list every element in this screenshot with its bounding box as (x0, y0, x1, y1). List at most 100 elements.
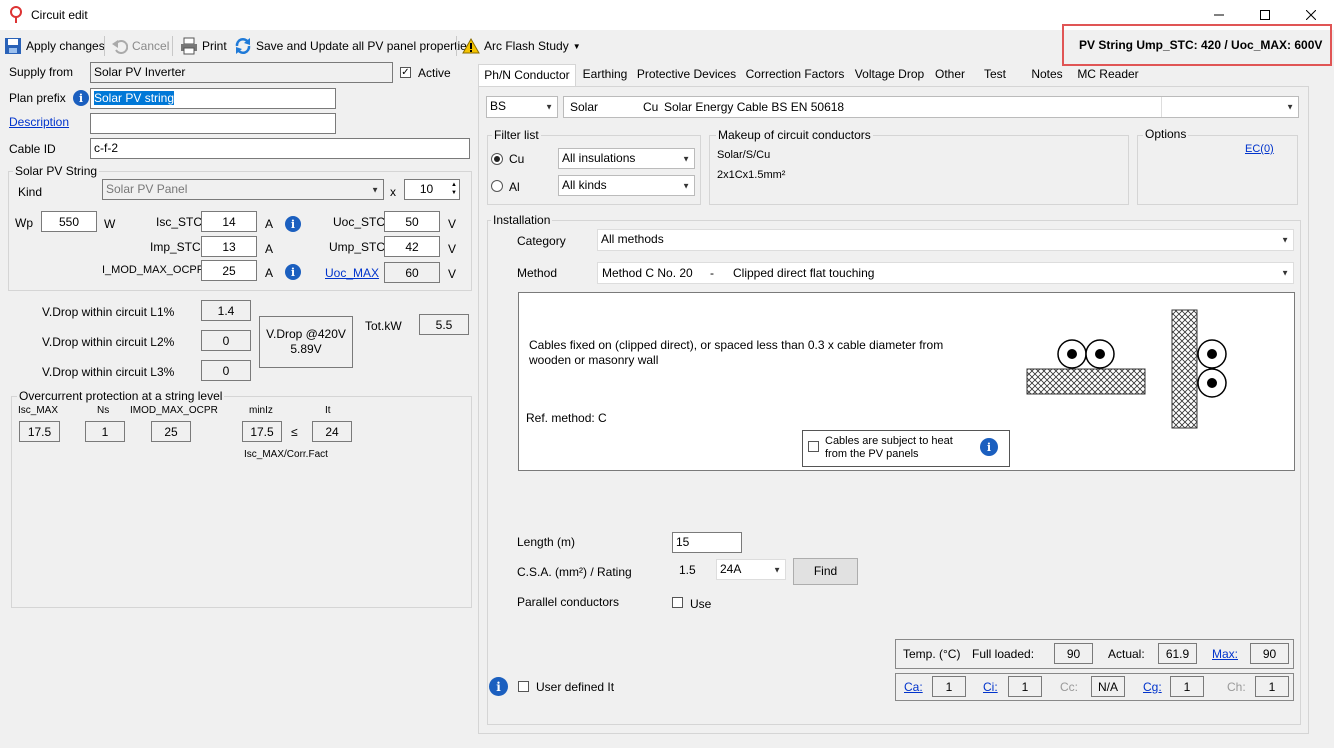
undo-icon (112, 40, 128, 54)
standard-select[interactable]: BS ▼ (486, 96, 558, 118)
ump-stc-label: Ump_STC (329, 240, 386, 254)
user-defined-it-label: User defined It (536, 680, 615, 694)
actual-field: 61.9 (1158, 643, 1197, 664)
ocp-imod-label: IMOD_MAX_OCPR (130, 405, 218, 416)
chevron-down-icon: ▼ (773, 565, 781, 574)
plan-prefix-label: Plan prefix (9, 91, 66, 105)
description-field[interactable] (90, 113, 336, 134)
insulations-select[interactable]: All insulations ▼ (558, 148, 695, 169)
ocp-isc-label: Isc_MAX (18, 405, 59, 416)
tab-notes[interactable]: Notes (1029, 64, 1065, 86)
isc-stc-field[interactable]: 14 (201, 211, 257, 232)
max-link[interactable]: Max: (1212, 647, 1238, 661)
csa-label: C.S.A. (mm²) / Rating (517, 565, 632, 579)
al-radio[interactable] (491, 180, 503, 192)
maximize-icon (1260, 10, 1270, 20)
radio-selected-dot (494, 156, 500, 162)
ci-link[interactable]: Ci: (983, 680, 998, 694)
uoc-max-link[interactable]: Uoc_MAX (325, 266, 379, 280)
tab-ph-n-conductor[interactable]: Ph/N Conductor (478, 64, 576, 86)
cable-material: Cu (643, 100, 659, 114)
toolbar-divider (456, 36, 457, 56)
cg-link[interactable]: Cg: (1143, 680, 1162, 694)
ec-link[interactable]: EC(0) (1245, 143, 1274, 155)
arc-flash-label: Arc Flash Study (484, 39, 569, 53)
vdrop-summary-title: V.Drop @420V (266, 327, 346, 341)
cancel-button[interactable]: Cancel (112, 36, 169, 56)
vdrop-l2-label: V.Drop within circuit L2% (42, 335, 175, 349)
makeup-line2: 2x1Cx1.5mm² (717, 169, 786, 181)
method-detail-text: Cables fixed on (clipped direct), or spa… (529, 338, 944, 367)
tab-earthing[interactable]: Earthing (580, 64, 630, 86)
save-update-pv-button[interactable]: Save and Update all PV panel properties (234, 36, 473, 56)
panel-count-spinner[interactable]: 10 ▲ ▼ (404, 179, 460, 200)
tab-voltage-drop[interactable]: Voltage Drop (853, 64, 926, 86)
pv-string-summary: PV String Ump_STC: 420 / Uoc_MAX: 600V (1079, 38, 1323, 52)
ci-field: 1 (1008, 676, 1042, 697)
method-label: Method (517, 266, 558, 280)
ca-link[interactable]: Ca: (904, 680, 923, 694)
tab-test[interactable]: Test (981, 64, 1009, 86)
vdrop-l1-field: 1.4 (201, 300, 251, 321)
spinner-arrows-icon[interactable]: ▲ ▼ (451, 181, 457, 197)
tab-mc-reader[interactable]: MC Reader (1076, 64, 1140, 86)
apply-changes-button[interactable]: Apply changes (4, 36, 105, 56)
length-field[interactable]: 15 (672, 532, 742, 553)
find-button[interactable]: Find (793, 558, 858, 585)
heat-checkbox[interactable] (808, 441, 819, 452)
supply-from-field[interactable]: Solar PV Inverter (90, 62, 393, 83)
info-icon[interactable]: i (489, 677, 508, 696)
category-select[interactable]: All methods ▼ (597, 229, 1294, 251)
method-select[interactable]: Method C No. 20 - Clipped direct flat to… (597, 262, 1294, 284)
actual-label: Actual: (1108, 647, 1145, 661)
tab-other[interactable]: Other (932, 64, 968, 86)
a-unit: A (265, 217, 274, 231)
print-label: Print (202, 39, 227, 53)
rating-select[interactable]: 24A ▼ (716, 559, 786, 580)
wp-field[interactable]: 550 (41, 211, 97, 232)
cable-type: Solar (570, 100, 599, 114)
info-icon[interactable]: i (73, 90, 89, 106)
printer-icon (181, 37, 197, 55)
info-icon[interactable]: i (285, 264, 301, 280)
cu-radio[interactable] (491, 153, 503, 165)
parallel-label: Parallel conductors (517, 595, 620, 609)
ocp-it-label: It (325, 405, 331, 416)
chevron-down-icon: ▼ (1281, 268, 1289, 278)
less-equal-symbol: ≤ (291, 425, 298, 439)
chevron-down-icon: ▼ (371, 185, 379, 194)
kind-value: Solar PV Panel (106, 182, 188, 196)
max-field: 90 (1250, 643, 1289, 664)
tab-correction-factors[interactable]: Correction Factors (744, 64, 846, 86)
active-checkbox[interactable]: ✓ (400, 67, 411, 78)
arc-flash-menu[interactable]: Arc Flash Study ▼ (462, 36, 581, 56)
imp-stc-field[interactable]: 13 (201, 236, 257, 257)
cable-id-label: Cable ID (9, 142, 56, 156)
info-icon[interactable]: i (980, 438, 998, 456)
info-icon[interactable]: i (285, 216, 301, 232)
vdrop-summary-box: V.Drop @420V 5.89V (259, 316, 353, 368)
kinds-select[interactable]: All kinds ▼ (558, 175, 695, 196)
kind-label: Kind (18, 185, 43, 199)
parallel-use-checkbox[interactable] (672, 597, 683, 608)
imod-field[interactable]: 25 (201, 260, 257, 281)
tab-protective-devices[interactable]: Protective Devices (636, 64, 737, 86)
ocp-ns-field: 1 (85, 421, 125, 442)
cable-id-field[interactable]: c-f-2 (90, 138, 470, 159)
standard-value: BS (490, 99, 507, 113)
plan-prefix-field[interactable]: Solar PV string (90, 88, 336, 109)
ump-stc-field[interactable]: 42 (384, 236, 440, 257)
ch-field: 1 (1255, 676, 1289, 697)
vdrop-l2-field: 0 (201, 330, 251, 351)
uoc-stc-field[interactable]: 50 (384, 211, 440, 232)
ca-field: 1 (932, 676, 966, 697)
description-link[interactable]: Description (9, 115, 69, 129)
kind-select[interactable]: Solar PV Panel ▼ (102, 179, 384, 200)
use-label: Use (690, 597, 712, 611)
user-defined-it-checkbox[interactable] (518, 681, 529, 692)
print-button[interactable]: Print (180, 36, 227, 56)
chevron-down-icon: ▼ (1286, 102, 1294, 112)
cable-select[interactable]: Solar Cu Solar Energy Cable BS EN 50618 … (563, 96, 1299, 118)
v-unit: V (448, 267, 457, 281)
vdrop-l1-label: V.Drop within circuit L1% (42, 305, 175, 319)
